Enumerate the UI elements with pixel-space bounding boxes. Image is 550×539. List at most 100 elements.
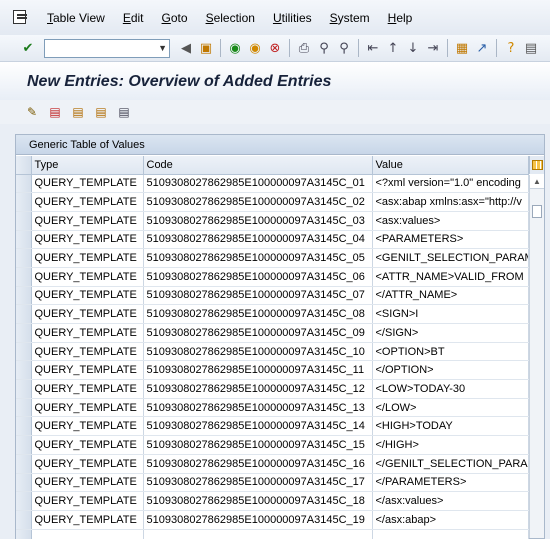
row-selector[interactable]	[16, 192, 32, 212]
cell-code[interactable]: 5109308027862985E100000097A3145C_09	[143, 323, 373, 343]
cell-type[interactable]: QUERY_TEMPLATE	[31, 211, 144, 231]
row-selector[interactable]	[16, 473, 32, 493]
table-row[interactable]: QUERY_TEMPLATE 5109308027862985E100000097…	[16, 211, 529, 231]
cell-value[interactable]: <?xml version="1.0" encoding	[372, 174, 529, 194]
menu-system[interactable]: System	[321, 11, 379, 25]
last-page-icon[interactable]: ⇥	[423, 38, 443, 58]
menu-table-view[interactable]: Table View	[38, 11, 114, 25]
cell-value[interactable]: </LOW>	[372, 398, 529, 418]
menu-edit[interactable]: Edit	[114, 11, 153, 25]
save-icon[interactable]: ▣	[196, 38, 216, 58]
table-row[interactable]: QUERY_TEMPLATE 5109308027862985E100000097…	[16, 491, 529, 511]
edit-pencil-icon[interactable]: ✎	[22, 102, 42, 122]
next-page-icon[interactable]: ↓	[403, 38, 423, 58]
cell-type[interactable]: QUERY_TEMPLATE	[31, 510, 144, 530]
find-icon[interactable]: ⚲	[314, 38, 334, 58]
row-selector[interactable]	[16, 360, 32, 381]
table-row[interactable]: QUERY_TEMPLATE 5109308027862985E100000097…	[16, 286, 529, 306]
first-page-icon[interactable]: ⇤	[363, 38, 383, 58]
cell-code[interactable]: 5109308027862985E100000097A3145C_13	[143, 398, 373, 418]
empty-row[interactable]	[16, 529, 529, 539]
cell-value[interactable]: <PARAMETERS>	[372, 230, 529, 250]
menu-utilities[interactable]: Utilities	[264, 11, 321, 25]
cell-value[interactable]: <asx:values>	[372, 211, 529, 231]
details-icon[interactable]: ▤	[114, 102, 134, 122]
cell-code[interactable]: 5109308027862985E100000097A3145C_12	[143, 379, 373, 399]
cell-code[interactable]	[143, 529, 373, 539]
cell-code[interactable]: 5109308027862985E100000097A3145C_03	[143, 211, 373, 231]
help-icon[interactable]: ?	[501, 38, 521, 58]
cell-value[interactable]: </SIGN>	[372, 323, 529, 343]
cell-code[interactable]: 5109308027862985E100000097A3145C_11	[143, 360, 373, 381]
row-selector[interactable]	[16, 248, 32, 268]
cell-value[interactable]: </PARAMETERS>	[372, 473, 529, 493]
row-selector[interactable]	[16, 323, 32, 343]
table-row[interactable]: QUERY_TEMPLATE 5109308027862985E100000097…	[16, 360, 529, 381]
cell-type[interactable]: QUERY_TEMPLATE	[31, 286, 144, 306]
row-selector[interactable]	[16, 454, 32, 474]
cell-type[interactable]: QUERY_TEMPLATE	[31, 304, 144, 324]
back-green-icon[interactable]: ◉	[225, 38, 245, 58]
cell-code[interactable]: 5109308027862985E100000097A3145C_02	[143, 192, 373, 212]
cell-type[interactable]: QUERY_TEMPLATE	[31, 174, 144, 194]
table-row[interactable]: QUERY_TEMPLATE 5109308027862985E100000097…	[16, 510, 529, 530]
row-selector[interactable]	[16, 230, 32, 250]
command-field[interactable]: ▼	[44, 38, 170, 58]
table-row[interactable]: QUERY_TEMPLATE 5109308027862985E100000097…	[16, 454, 529, 474]
table-row[interactable]: QUERY_TEMPLATE 5109308027862985E100000097…	[16, 398, 529, 418]
cell-value[interactable]: <HIGH>TODAY	[372, 416, 529, 437]
table-row[interactable]: QUERY_TEMPLATE 5109308027862985E100000097…	[16, 473, 529, 493]
print-icon[interactable]: ⎙	[294, 38, 314, 58]
scroll-thumb[interactable]	[532, 205, 542, 218]
row-selector[interactable]	[16, 510, 32, 530]
row-selector[interactable]	[16, 379, 32, 399]
menu-goto[interactable]: Goto	[153, 11, 197, 25]
enter-check-icon[interactable]: ✔	[18, 38, 38, 58]
cell-code[interactable]: 5109308027862985E100000097A3145C_08	[143, 304, 373, 324]
cell-type[interactable]: QUERY_TEMPLATE	[31, 342, 144, 362]
cell-code[interactable]: 5109308027862985E100000097A3145C_01	[143, 174, 373, 194]
delete-entry-icon[interactable]: ▤	[45, 102, 65, 122]
table-row[interactable]: QUERY_TEMPLATE 5109308027862985E100000097…	[16, 304, 529, 324]
row-selector[interactable]	[16, 174, 32, 194]
command-input[interactable]	[45, 39, 153, 57]
cell-value[interactable]: <SIGN>I	[372, 304, 529, 324]
select-all-header[interactable]	[16, 156, 32, 175]
cell-code[interactable]: 5109308027862985E100000097A3145C_06	[143, 267, 373, 287]
cell-type[interactable]: QUERY_TEMPLATE	[31, 192, 144, 212]
column-header-type[interactable]: Type	[31, 156, 144, 175]
cell-code[interactable]: 5109308027862985E100000097A3145C_17	[143, 473, 373, 493]
cell-value[interactable]: <LOW>TODAY-30	[372, 379, 529, 399]
find-next-icon[interactable]: ⚲	[334, 38, 354, 58]
row-selector[interactable]	[16, 342, 32, 362]
table-row[interactable]: QUERY_TEMPLATE 5109308027862985E100000097…	[16, 323, 529, 343]
column-settings-icon[interactable]	[529, 156, 544, 174]
cell-type[interactable]: QUERY_TEMPLATE	[31, 454, 144, 474]
row-selector[interactable]	[16, 398, 32, 418]
table-row[interactable]: QUERY_TEMPLATE 5109308027862985E100000097…	[16, 248, 529, 268]
row-selector[interactable]	[16, 211, 32, 231]
back-icon[interactable]: ◀	[176, 38, 196, 58]
table-row[interactable]: QUERY_TEMPLATE 5109308027862985E100000097…	[16, 230, 529, 250]
previous-page-icon[interactable]: ↑	[383, 38, 403, 58]
table-row[interactable]: QUERY_TEMPLATE 5109308027862985E100000097…	[16, 379, 529, 399]
table-row[interactable]: QUERY_TEMPLATE 5109308027862985E100000097…	[16, 342, 529, 362]
cell-code[interactable]: 5109308027862985E100000097A3145C_10	[143, 342, 373, 362]
cell-code[interactable]: 5109308027862985E100000097A3145C_04	[143, 230, 373, 250]
menu-selection[interactable]: Selection	[197, 11, 264, 25]
vertical-scrollbar[interactable]: ▲	[529, 175, 544, 538]
row-selector[interactable]	[16, 529, 32, 539]
cell-type[interactable]: QUERY_TEMPLATE	[31, 230, 144, 250]
cell-type[interactable]: QUERY_TEMPLATE	[31, 323, 144, 343]
table-row[interactable]: QUERY_TEMPLATE 5109308027862985E100000097…	[16, 416, 529, 437]
cell-code[interactable]: 5109308027862985E100000097A3145C_16	[143, 454, 373, 474]
cell-type[interactable]: QUERY_TEMPLATE	[31, 360, 144, 381]
cell-type[interactable]: QUERY_TEMPLATE	[31, 398, 144, 418]
cell-value[interactable]	[372, 529, 529, 539]
row-selector[interactable]	[16, 491, 32, 511]
copy-entry-icon[interactable]: ▤	[68, 102, 88, 122]
cell-code[interactable]: 5109308027862985E100000097A3145C_14	[143, 416, 373, 437]
cell-value[interactable]: <ATTR_NAME>VALID_FROM	[372, 267, 529, 287]
cell-code[interactable]: 5109308027862985E100000097A3145C_05	[143, 248, 373, 268]
cell-code[interactable]: 5109308027862985E100000097A3145C_18	[143, 491, 373, 511]
